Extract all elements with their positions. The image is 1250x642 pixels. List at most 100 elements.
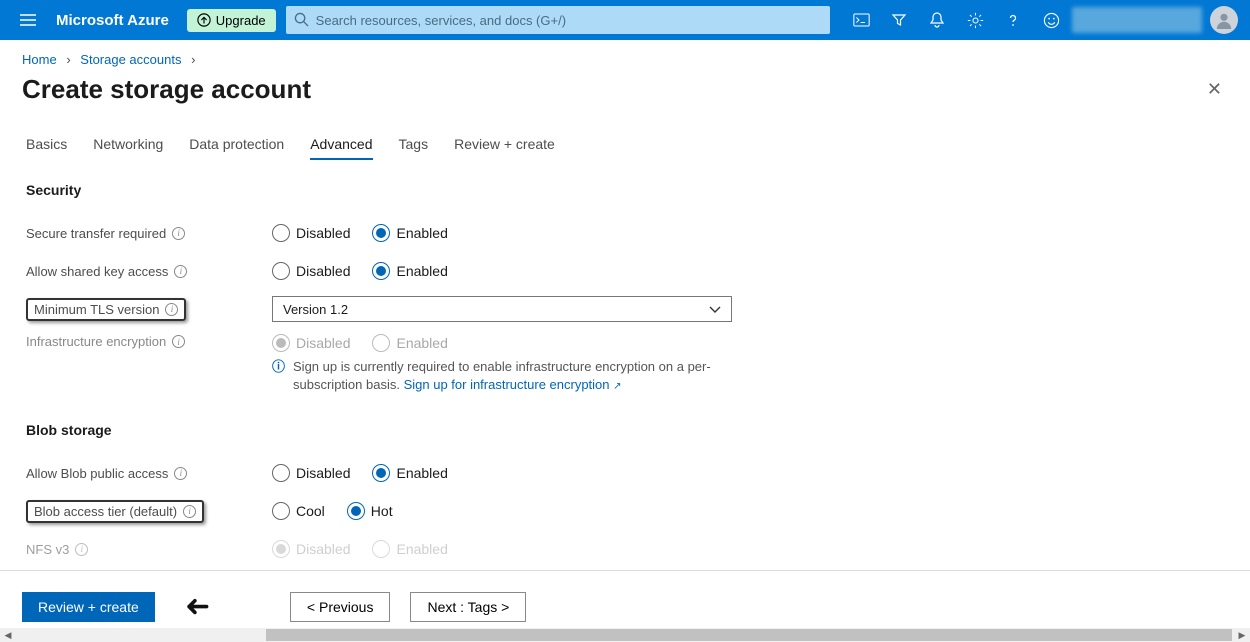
cloud-shell-icon[interactable] (844, 0, 878, 40)
radio-label: Enabled (396, 541, 447, 557)
previous-button[interactable]: < Previous (290, 592, 391, 622)
label-min-tls-highlighted: Minimum TLS version i (26, 298, 186, 321)
top-icon-group (844, 0, 1068, 40)
radio-shared-key-disabled[interactable]: Disabled (272, 262, 350, 280)
brand-label: Microsoft Azure (56, 12, 169, 29)
info-solid-icon: ⓘ (272, 358, 285, 394)
label-secure-transfer: Secure transfer required i (26, 226, 272, 241)
radio-infra-enabled: Enabled (372, 334, 447, 352)
radio-label: Hot (371, 503, 393, 519)
tab-networking[interactable]: Networking (93, 130, 163, 160)
label-text: Secure transfer required (26, 226, 166, 241)
annotation-arrow-icon: ➜ (185, 589, 210, 624)
close-icon[interactable]: ✕ (1201, 73, 1228, 106)
search-icon (294, 12, 309, 32)
radio-label: Disabled (296, 263, 350, 279)
radio-label: Enabled (396, 225, 447, 241)
tab-tags[interactable]: Tags (399, 130, 429, 160)
section-heading-security: Security (26, 182, 1224, 198)
radio-infra-disabled: Disabled (272, 334, 350, 352)
label-text: Infrastructure encryption (26, 334, 166, 349)
upgrade-icon (197, 13, 211, 27)
next-button[interactable]: Next : Tags > (410, 592, 526, 622)
upgrade-button[interactable]: Upgrade (187, 9, 276, 32)
top-bar: Microsoft Azure Upgrade (0, 0, 1250, 40)
row-blob-public: Allow Blob public access i Disabled Enab… (26, 454, 1224, 492)
upgrade-label: Upgrade (216, 13, 266, 28)
select-min-tls[interactable]: Version 1.2 (272, 296, 732, 322)
scroll-right-icon[interactable]: ▶ (1234, 630, 1250, 641)
radio-label: Disabled (296, 335, 350, 351)
label-shared-key: Allow shared key access i (26, 264, 272, 279)
account-area[interactable] (1072, 6, 1242, 34)
label-text: Allow shared key access (26, 264, 168, 279)
info-icon[interactable]: i (174, 467, 187, 480)
radio-blob-public-disabled[interactable]: Disabled (272, 464, 350, 482)
breadcrumb-sep: › (191, 52, 195, 67)
tab-data-protection[interactable]: Data protection (189, 130, 284, 160)
external-link-icon: ↗ (613, 381, 621, 392)
hint-link-signup[interactable]: Sign up for infrastructure encryption ↗ (404, 377, 622, 392)
search-input[interactable] (286, 6, 830, 34)
label-text: Allow Blob public access (26, 466, 168, 481)
tab-advanced[interactable]: Advanced (310, 130, 372, 160)
label-nfs: NFS v3 i (26, 542, 272, 557)
title-bar: Create storage account ✕ (0, 73, 1250, 120)
breadcrumb-storage-accounts[interactable]: Storage accounts (80, 52, 181, 67)
horizontal-scrollbar[interactable]: ◀ ▶ (0, 628, 1250, 642)
tab-review-create[interactable]: Review + create (454, 130, 555, 160)
settings-gear-icon[interactable] (958, 0, 992, 40)
radio-label: Enabled (396, 465, 447, 481)
link-text: Sign up for infrastructure encryption (404, 377, 610, 392)
radio-nfs-enabled: Enabled (372, 540, 447, 558)
radio-nfs-disabled: Disabled (272, 540, 350, 558)
row-shared-key: Allow shared key access i Disabled Enabl… (26, 252, 1224, 290)
row-blob-tier: Blob access tier (default) i Cool Hot (26, 492, 1224, 530)
content-scroll[interactable]: Basics Networking Data protection Advanc… (0, 130, 1250, 570)
info-icon[interactable]: i (172, 227, 185, 240)
info-icon[interactable]: i (174, 265, 187, 278)
radio-tier-cool[interactable]: Cool (272, 502, 325, 520)
account-email-mask (1072, 7, 1202, 33)
breadcrumb: Home › Storage accounts › (0, 40, 1250, 73)
hamburger-menu-icon[interactable] (8, 14, 48, 26)
page-title: Create storage account (22, 74, 311, 105)
scroll-left-icon[interactable]: ◀ (0, 630, 16, 641)
search-wrap (286, 6, 830, 34)
label-text: Minimum TLS version (34, 302, 159, 317)
row-min-tls: Minimum TLS version i Version 1.2 (26, 290, 1224, 328)
help-icon[interactable] (996, 0, 1030, 40)
avatar[interactable] (1210, 6, 1238, 34)
info-icon[interactable]: i (183, 505, 196, 518)
breadcrumb-home[interactable]: Home (22, 52, 57, 67)
scroll-thumb[interactable] (266, 629, 1232, 641)
info-icon[interactable]: i (75, 543, 88, 556)
label-text: NFS v3 (26, 542, 69, 557)
radio-label: Disabled (296, 225, 350, 241)
row-nfs: NFS v3 i Disabled Enabled (26, 530, 1224, 568)
notifications-bell-icon[interactable] (920, 0, 954, 40)
row-infra-encryption: Infrastructure encryption i Disabled Ena… (26, 334, 1224, 394)
radio-label: Enabled (396, 335, 447, 351)
wizard-footer: Review + create ➜ < Previous Next : Tags… (0, 570, 1250, 628)
radio-secure-transfer-enabled[interactable]: Enabled (372, 224, 447, 242)
radio-label: Disabled (296, 541, 350, 557)
info-icon[interactable]: i (165, 303, 178, 316)
infra-encryption-hint: ⓘ Sign up is currently required to enabl… (272, 358, 772, 394)
review-create-button[interactable]: Review + create (22, 592, 155, 622)
section-heading-blob: Blob storage (26, 422, 1224, 438)
directory-filter-icon[interactable] (882, 0, 916, 40)
tab-strip: Basics Networking Data protection Advanc… (26, 130, 1224, 160)
scroll-track[interactable] (16, 628, 1234, 642)
radio-secure-transfer-disabled[interactable]: Disabled (272, 224, 350, 242)
label-infra-encryption: Infrastructure encryption i (26, 334, 272, 349)
radio-tier-hot[interactable]: Hot (347, 502, 393, 520)
select-value: Version 1.2 (283, 302, 348, 317)
breadcrumb-sep: › (66, 52, 70, 67)
label-blob-tier-highlighted: Blob access tier (default) i (26, 500, 204, 523)
radio-blob-public-enabled[interactable]: Enabled (372, 464, 447, 482)
info-icon[interactable]: i (172, 335, 185, 348)
tab-basics[interactable]: Basics (26, 130, 67, 160)
feedback-smiley-icon[interactable] (1034, 0, 1068, 40)
radio-shared-key-enabled[interactable]: Enabled (372, 262, 447, 280)
